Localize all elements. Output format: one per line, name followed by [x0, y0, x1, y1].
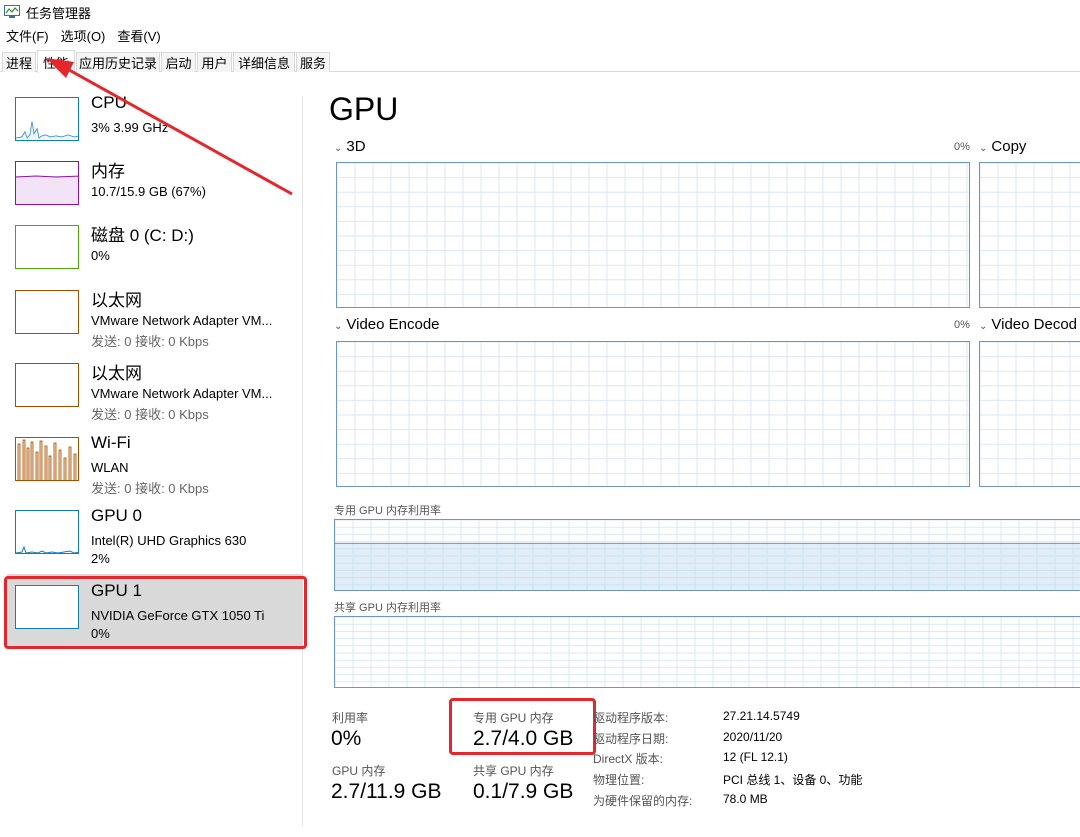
shared-memory-chart-label: 共享 GPU 内存利用率	[334, 602, 441, 614]
chevron-down-icon: ⌄	[979, 321, 988, 332]
engine-copy-selector[interactable]: ⌄ Copy	[979, 138, 1026, 155]
physical-location-key: 物理位置:	[593, 773, 645, 787]
driver-version-value: 27.21.14.5749	[723, 709, 800, 723]
shared-memory-graph	[334, 616, 1080, 688]
shared-memory-value: 0.1/7.9 GB	[473, 780, 574, 803]
engine-video-decode-selector[interactable]: ⌄ Video Decod	[979, 316, 1077, 333]
dedicated-memory-graph	[334, 519, 1080, 591]
engine-video-encode-graph	[336, 341, 970, 487]
engine-percent: 0%	[954, 141, 970, 153]
chevron-down-icon: ⌄	[979, 143, 988, 154]
dedicated-memory-value: 2.7/4.0 GB	[473, 727, 574, 750]
utilization-label: 利用率	[332, 711, 369, 725]
engine-copy-graph	[979, 162, 1080, 308]
shared-memory-label: 共享 GPU 内存	[473, 764, 554, 778]
reserved-memory-value: 78.0 MB	[723, 792, 768, 806]
gpu-memory-value: 2.7/11.9 GB	[331, 780, 442, 803]
engine-percent: 0%	[954, 319, 970, 331]
engine-video-encode-selector[interactable]: ⌄ Video Encode	[334, 316, 440, 333]
driver-date-key: 驱动程序日期:	[593, 732, 669, 746]
page-title: GPU	[329, 91, 399, 127]
engine-3d-graph	[336, 162, 970, 308]
driver-version-key: 驱动程序版本:	[593, 711, 669, 725]
chevron-down-icon: ⌄	[334, 143, 343, 154]
dedicated-memory-label: 专用 GPU 内存	[473, 711, 554, 725]
gpu-memory-label: GPU 内存	[332, 764, 386, 778]
engine-label: Video Decod	[991, 316, 1078, 333]
engine-video-decode-graph	[979, 341, 1080, 487]
directx-version-key: DirectX 版本:	[593, 752, 664, 766]
engine-label: 3D	[346, 138, 366, 155]
utilization-value: 0%	[331, 727, 362, 750]
reserved-memory-key: 为硬件保留的内存:	[593, 794, 693, 808]
engine-label: Copy	[991, 138, 1027, 155]
dedicated-memory-chart-label: 专用 GPU 内存利用率	[334, 505, 441, 517]
directx-version-value: 12 (FL 12.1)	[723, 750, 788, 764]
driver-date-value: 2020/11/20	[723, 730, 783, 744]
physical-location-value: PCI 总线 1、设备 0、功能	[723, 773, 863, 787]
chevron-down-icon: ⌄	[334, 321, 343, 332]
engine-3d-selector[interactable]: ⌄ 3D	[334, 138, 366, 155]
engine-label: Video Encode	[346, 316, 440, 333]
